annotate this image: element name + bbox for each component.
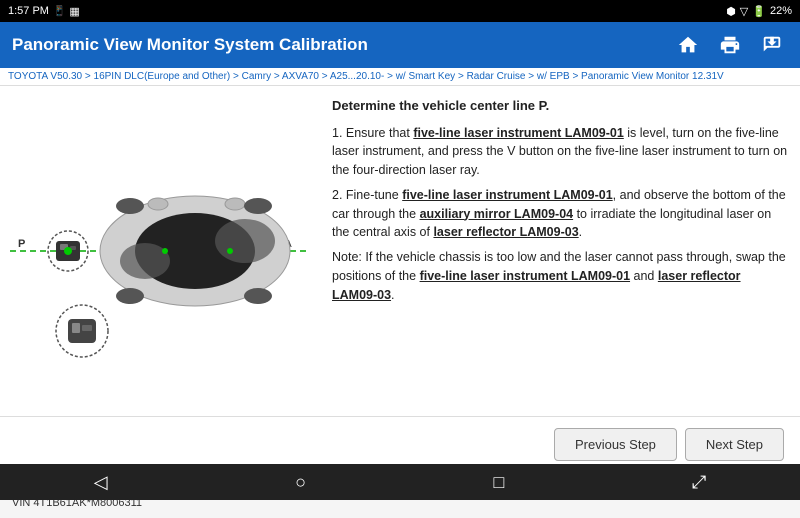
instruction-note: Note: If the vehicle chassis is too low … (332, 248, 788, 304)
status-bar-left: 1:57 PM 📱 ▦ (8, 5, 80, 18)
note-link1: five-line laser instrument LAM09-01 (420, 269, 630, 283)
status-bar: 1:57 PM 📱 ▦ ⬢ ▽ 🔋 22% (0, 0, 800, 22)
step1-prefix: 1. Ensure that (332, 126, 413, 140)
app-header: Panoramic View Monitor System Calibratio… (0, 22, 800, 68)
wifi-icon: ▽ (740, 5, 748, 18)
battery-level: 22% (770, 5, 792, 17)
car-diagram-panel: P B A (0, 86, 320, 416)
square-nav-button[interactable]: □ (493, 472, 504, 493)
step1-link1: five-line laser instrument LAM09-01 (413, 126, 623, 140)
home-button[interactable] (672, 29, 704, 61)
back-nav-button[interactable]: ◁ (94, 472, 108, 493)
step2-link1: five-line laser instrument LAM09-01 (402, 188, 612, 202)
nav-bar: ◁ ○ □ ⤢ (0, 464, 800, 500)
instruction-step2: 2. Fine-tune five-line laser instrument … (332, 186, 788, 242)
note-text2: and (630, 269, 658, 283)
print-button[interactable] (714, 29, 746, 61)
step2-link3: laser reflector LAM09-03 (433, 225, 578, 239)
signal-icon: ▦ (69, 5, 79, 18)
instruction-title: Determine the vehicle center line P. (332, 96, 788, 116)
previous-step-button[interactable]: Previous Step (554, 428, 677, 461)
main-content: P B A (0, 86, 800, 416)
instruction-step1: 1. Ensure that five-line laser instrumen… (332, 124, 788, 180)
header-icons (672, 29, 788, 61)
page-title: Panoramic View Monitor System Calibratio… (12, 35, 368, 55)
sim-icon: 📱 (53, 6, 65, 17)
instruction-panel: Determine the vehicle center line P. 1. … (320, 86, 800, 416)
note-text3: . (391, 288, 394, 302)
step2-text3: . (579, 225, 582, 239)
step2-link2: auxiliary mirror LAM09-04 (420, 207, 574, 221)
next-step-button[interactable]: Next Step (685, 428, 784, 461)
step2-prefix: 2. Fine-tune (332, 188, 402, 202)
breadcrumb-text: TOYOTA V50.30 > 16PIN DLC(Europe and Oth… (8, 71, 724, 82)
time-display: 1:57 PM (8, 5, 49, 17)
export-button[interactable] (756, 29, 788, 61)
bluetooth-icon: ⬢ (726, 5, 736, 18)
svg-text:P: P (18, 238, 25, 250)
home-nav-button[interactable]: ○ (295, 472, 306, 493)
expand-nav-button[interactable]: ⤢ (692, 472, 706, 493)
battery-icon: 🔋 (752, 5, 766, 18)
status-bar-right: ⬢ ▽ 🔋 22% (726, 5, 792, 18)
car-diagram: P B A (10, 111, 310, 391)
breadcrumb: TOYOTA V50.30 > 16PIN DLC(Europe and Oth… (0, 68, 800, 86)
